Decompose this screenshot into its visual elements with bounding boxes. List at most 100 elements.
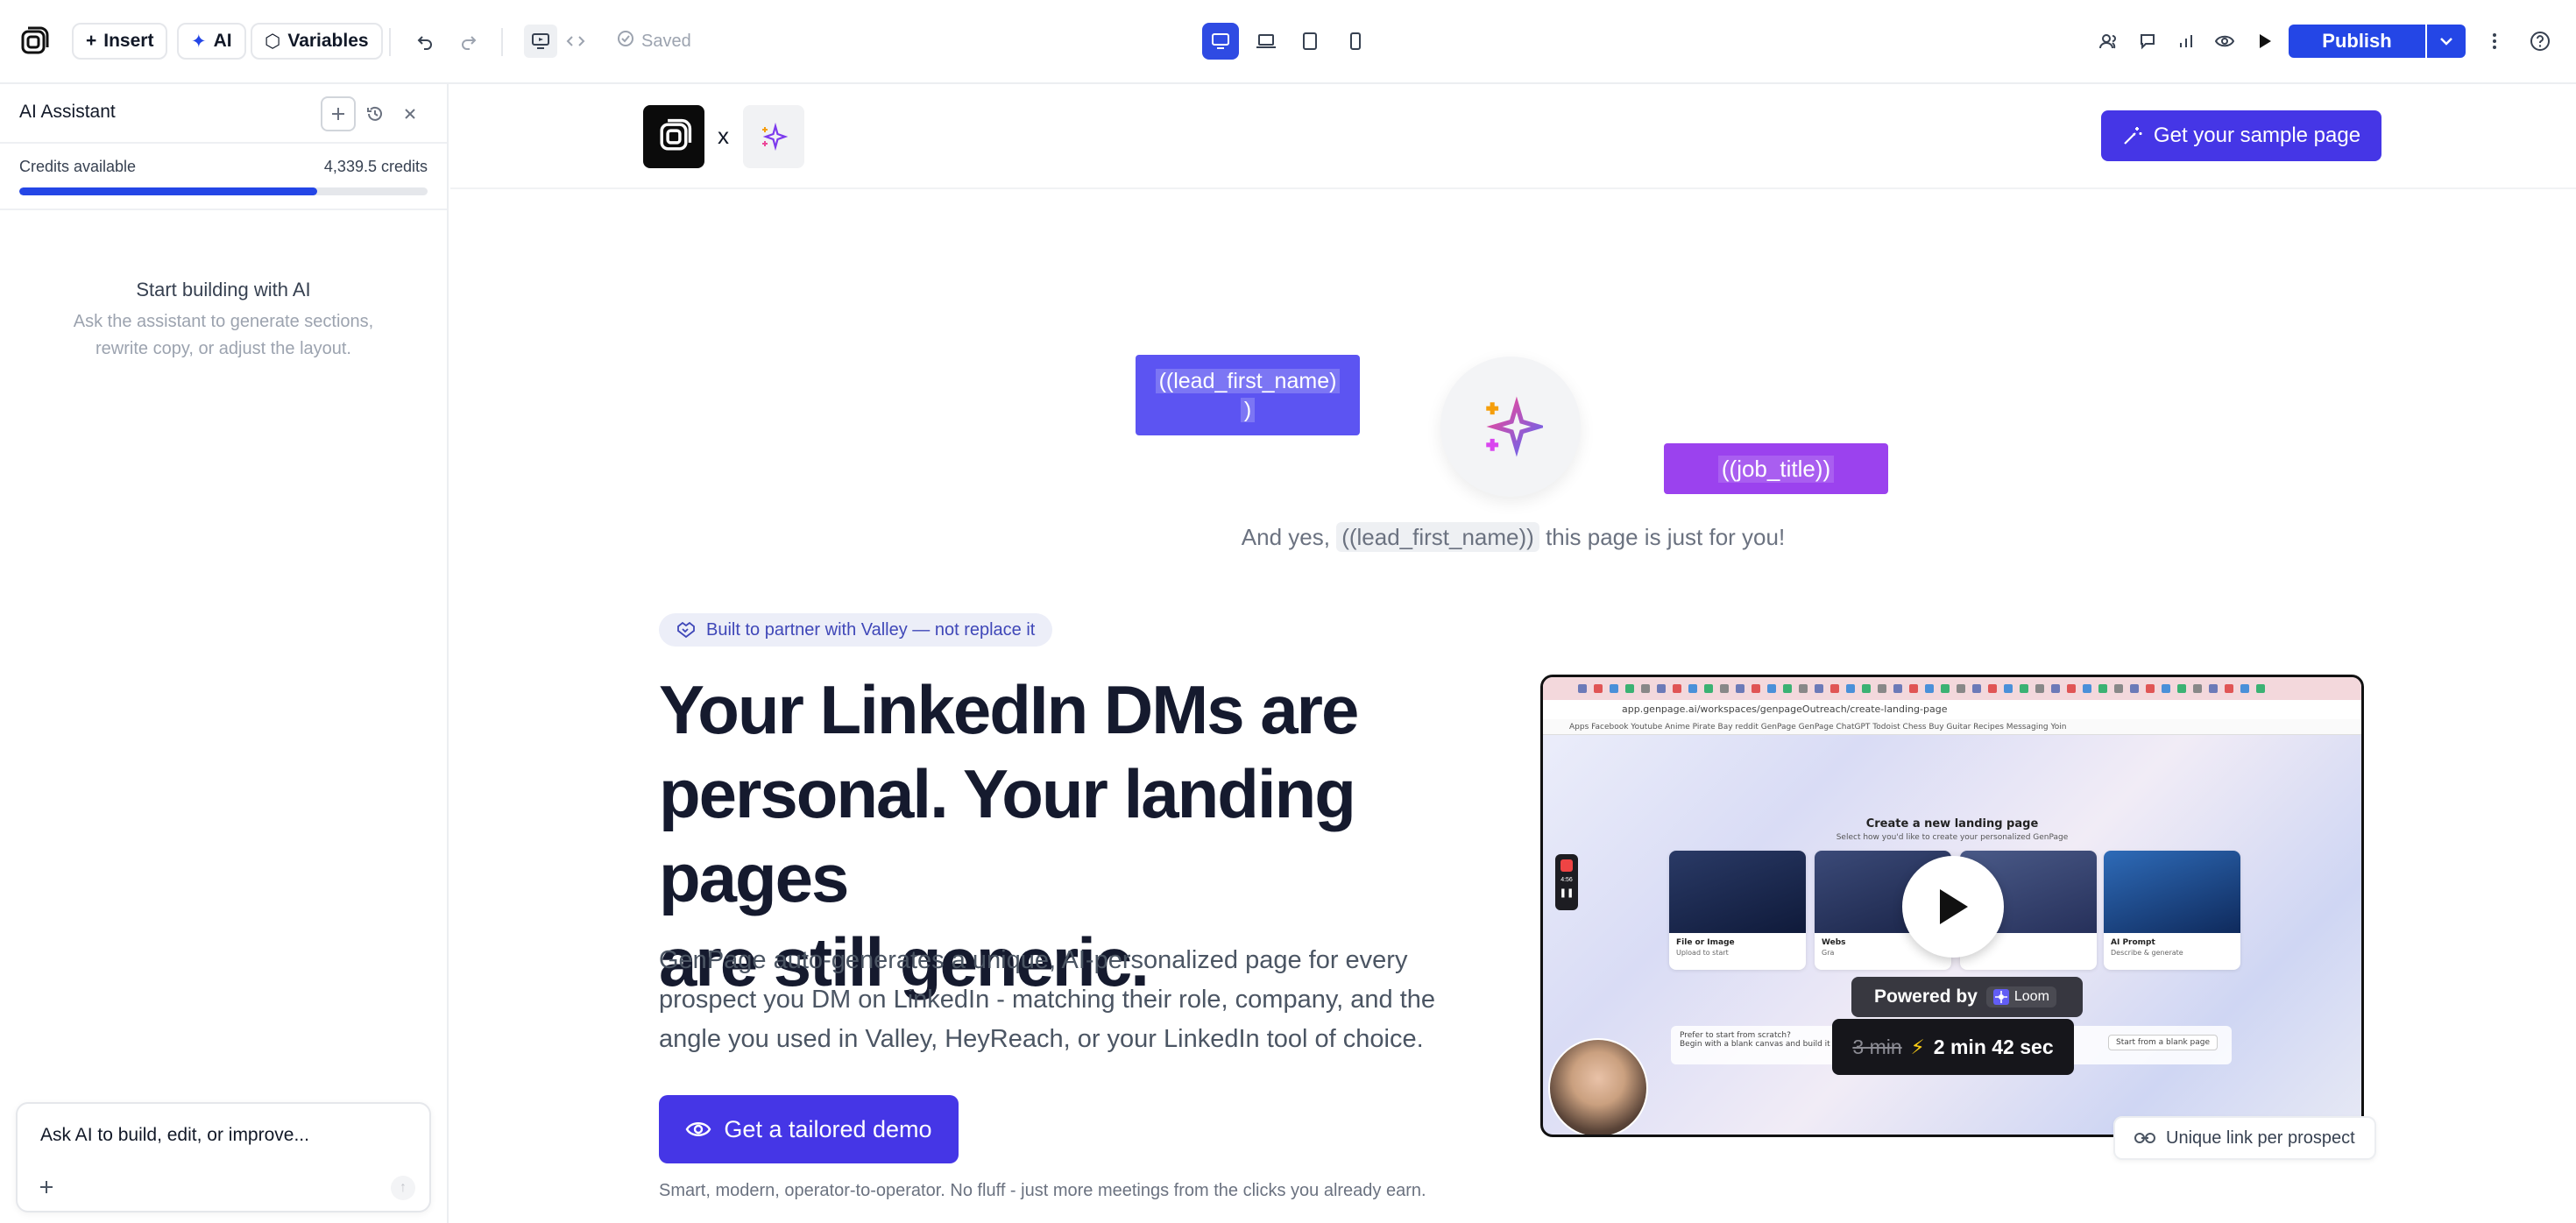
credits-label: Credits available [19,158,137,175]
job-title-variable[interactable]: ((job_title)) [1664,443,1888,494]
powered-by-loom[interactable]: Powered by Loom [1851,977,2083,1017]
video-play-button[interactable] [1902,856,2004,958]
close-icon[interactable] [394,98,426,130]
page-canvas: x Get your sample page ((lead_first_name… [450,84,2576,1223]
page-header: x Get your sample page [450,84,2576,189]
app-root: + Insert ✦ AI ⬡ Variables Saved Publish … [0,0,2576,1223]
toolbar-divider [501,28,503,56]
more-menu-icon[interactable] [2478,25,2511,58]
video-card-ai-prompt: AI Prompt Describe & generate [2104,851,2240,970]
browser-tab-favicon [1752,684,1760,693]
browser-tab-favicon [1957,684,1965,693]
chat-input[interactable]: Ask AI to build, edit, or improve... [40,1125,309,1146]
demo-label: Get a tailored demo [724,1115,932,1142]
video-duration: 3 min ⚡ 2 min 42 sec [1832,1019,2074,1075]
lead-first-name-text-tail: ) [1240,398,1256,422]
redo-icon[interactable] [452,25,485,58]
play-icon [1940,889,1968,924]
browser-tab-favicon [1972,684,1981,693]
history-icon[interactable] [359,98,391,130]
eye-icon[interactable] [2208,25,2241,58]
card-image [1669,851,1806,933]
browser-tab-favicon [2240,684,2249,693]
saved-label: Saved [641,31,691,51]
browser-tab-favicon [2083,684,2091,693]
help-icon[interactable] [2523,25,2557,58]
lead-first-name-chip: ((lead_first_name)) [1336,522,1539,552]
divider [0,142,447,144]
recording-time: 4:56 [1560,877,1573,883]
browser-tab-favicon [1799,684,1808,693]
yes-prefix: And yes, [1241,524,1330,550]
badge-label: Built to partner with Valley — not repla… [706,619,1036,640]
users-icon[interactable] [2092,25,2126,58]
browser-tab-favicon [1846,684,1855,693]
card-title: AI Prompt [2111,938,2155,947]
variables-button[interactable]: ⬡ Variables [251,23,383,60]
lead-first-name-text: ((lead_first_name) [1155,369,1341,393]
ai-button[interactable]: ✦ AI [177,23,246,60]
get-sample-page-label: Get your sample page [2153,124,2361,147]
get-tailored-demo-button[interactable]: Get a tailored demo [659,1095,959,1163]
credits-progress-bar [19,187,428,195]
hero-line: personal. Your landing pages [659,755,1356,916]
comment-icon[interactable] [2131,25,2164,58]
record-icon [1560,859,1573,872]
loom-logo-icon [1992,989,2009,1005]
chat-input-box[interactable]: Ask AI to build, edit, or improve... ↑ [16,1102,431,1212]
browser-tab-favicon [2209,684,2218,693]
browser-tab-favicon [1988,684,1997,693]
credits-progress-fill [19,187,318,195]
browser-tab-favicon [2114,684,2123,693]
preview-icon[interactable] [524,25,557,58]
play-icon[interactable] [2248,25,2282,58]
browser-tab-strip [1543,677,2361,700]
browser-tab-favicon [2067,684,2076,693]
personal-message: And yes, ((lead_first_name)) this page i… [450,522,2576,552]
video-subheading: Select how you'd like to create your per… [1836,833,2069,842]
analytics-icon[interactable] [2169,25,2203,58]
partner-badge: Built to partner with Valley — not repla… [659,613,1053,647]
app-logo-icon[interactable] [16,25,51,60]
hero-footnote: Smart, modern, operator-to-operator. No … [659,1181,1426,1200]
publish-options-button[interactable] [2427,25,2466,58]
variables-label: Variables [287,31,369,51]
code-icon[interactable] [559,25,592,58]
powered-by-label: Powered by [1874,986,1978,1007]
lead-first-name-variable[interactable]: ((lead_first_name) ) [1136,355,1360,435]
laptop-view-button[interactable] [1248,23,1284,60]
empty-state-subtitle: Ask the assistant to generate sections, … [73,312,374,358]
desktop-view-button[interactable] [1202,23,1239,60]
cube-icon: ⬡ [265,31,281,52]
publish-button[interactable]: Publish [2289,25,2425,58]
new-chat-button[interactable] [321,96,356,131]
pause-icon: ❚❚ [1559,888,1575,898]
job-title-text: ((job_title)) [1717,455,1835,483]
browser-tab-favicon [1783,684,1792,693]
saved-status: Saved [617,30,691,53]
tablet-view-button[interactable] [1292,23,1328,60]
browser-tab-favicon [2193,684,2202,693]
browser-tab-favicon [1925,684,1934,693]
browser-tab-favicon [1815,684,1823,693]
get-sample-page-button[interactable]: Get your sample page [2101,110,2381,161]
yes-suffix: this page is just for you! [1546,524,1786,550]
panel-title: AI Assistant [19,102,116,122]
browser-url-bar: app.genpage.ai/workspaces/genpageOutreac… [1543,700,2361,719]
send-arrow-icon[interactable]: ↑ [391,1176,415,1200]
browser-tab-favicon [1594,684,1603,693]
attach-plus-icon[interactable] [33,1174,60,1200]
insert-button[interactable]: + Insert [72,23,168,60]
link-icon [2134,1133,2155,1143]
hero-subheading: GenPage auto-generates a unique, AI-pers… [659,946,1436,1053]
browser-tab-favicon [1610,684,1618,693]
partner-sparkle-logo-icon [743,105,804,168]
browser-tab-favicon [2098,684,2107,693]
browser-tab-favicon [2130,684,2139,693]
undo-icon[interactable] [408,25,442,58]
loom-video-embed[interactable]: app.genpage.ai/workspaces/genpageOutreac… [1540,675,2364,1137]
mobile-view-button[interactable] [1337,23,1374,60]
top-toolbar: + Insert ✦ AI ⬡ Variables Saved Publish [0,0,2576,84]
video-heading: Create a new landing page [1865,817,2039,831]
browser-tab-favicon [1578,684,1587,693]
